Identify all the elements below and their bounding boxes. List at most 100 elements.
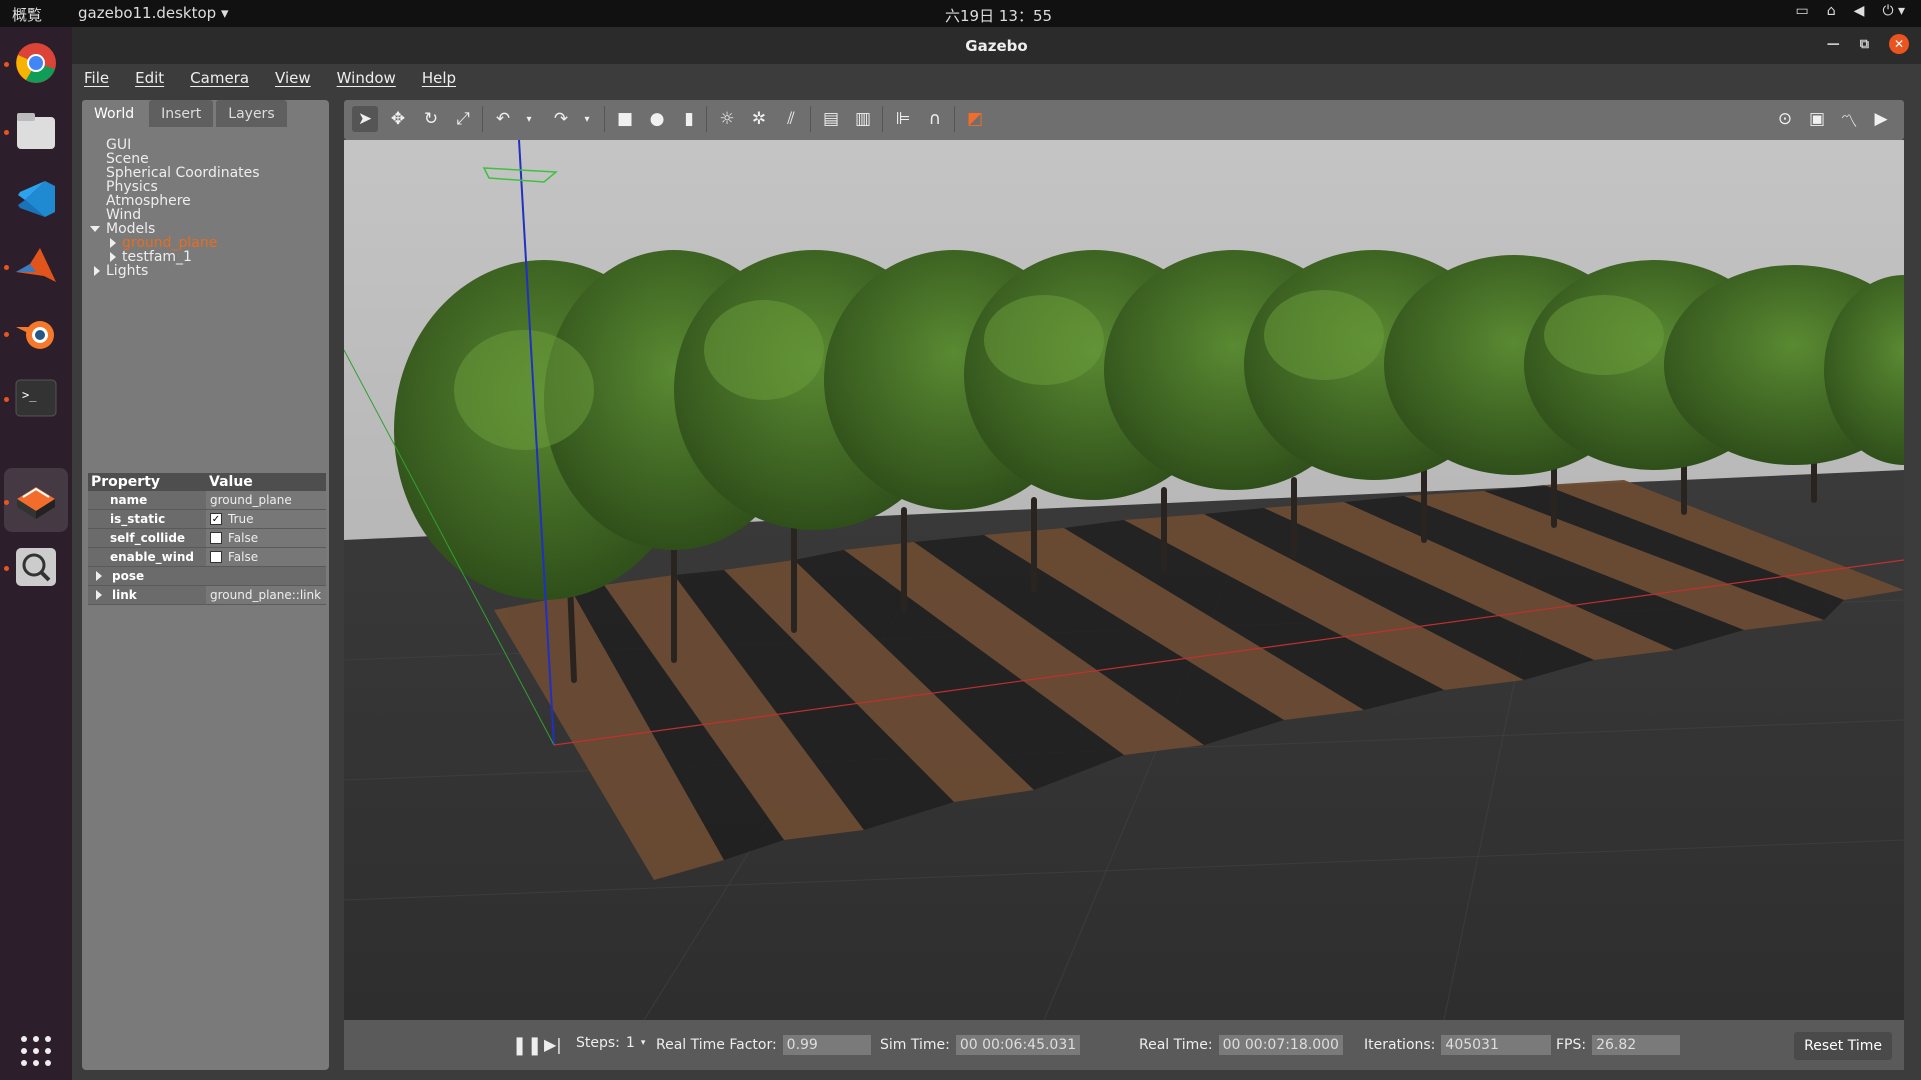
expand-icon[interactable] (90, 225, 100, 232)
gazebo-icon[interactable] (12, 476, 60, 524)
toolbar: ➤ ✥ ↻ ⤢ ↶ ▾ ↷ ▾ ■ ● ▮ ☼ ✲ ⫽ ▤ ▥ ⊫ ∩ ◩ ⊙ … (344, 100, 1904, 140)
box-icon[interactable]: ■ (612, 106, 638, 132)
cylinder-icon[interactable]: ▮ (676, 106, 702, 132)
view-angle-icon[interactable]: ◩ (962, 106, 988, 132)
log-icon[interactable]: ▣ (1804, 106, 1830, 132)
sphere-icon[interactable]: ● (644, 106, 670, 132)
scene-render (344, 140, 1904, 1020)
screenshot-icon[interactable]: ⊙ (1772, 106, 1798, 132)
prop-row-pose[interactable]: pose (88, 567, 326, 586)
activities-button[interactable]: 概覧 (12, 4, 42, 25)
redo-icon[interactable]: ↷ (548, 106, 574, 132)
property-header: Property Value (88, 473, 326, 491)
window-titlebar[interactable]: Gazebo — ⧉ ✕ (72, 27, 1921, 64)
self-collide-checkbox[interactable] (210, 532, 222, 544)
menu-view[interactable]: View (275, 69, 311, 87)
steps-label: Steps: (576, 1035, 620, 1051)
terminal-icon[interactable]: >_ (12, 374, 60, 422)
tab-insert[interactable]: Insert (149, 100, 214, 127)
expand-link-icon[interactable] (96, 590, 102, 600)
keyboard-icon[interactable]: ▭ (1796, 3, 1809, 19)
header-property: Property (91, 474, 161, 490)
paste-icon[interactable]: ▥ (850, 106, 876, 132)
plot-icon[interactable]: 〽 (1836, 106, 1862, 132)
menu-edit[interactable]: Edit (135, 69, 164, 87)
snap-icon[interactable]: ∩ (922, 106, 948, 132)
minimize-icon[interactable]: — (1827, 37, 1840, 52)
power-icon[interactable]: ⏻ ▾ (1882, 3, 1905, 19)
tree-item-lights[interactable]: Lights (94, 262, 148, 279)
prop-row-is-static[interactable]: is_static ✓ True (88, 510, 326, 529)
sim-time: Sim Time: 00 00:06:45.031 (880, 1035, 1081, 1055)
pause-icon[interactable]: ❚❚ (512, 1035, 542, 1056)
point-light-icon[interactable]: ☼ (714, 106, 740, 132)
rtf-label: Real Time Factor: (656, 1037, 777, 1053)
files-icon[interactable] (12, 107, 60, 155)
real-time-factor: Real Time Factor: 0.99 (656, 1035, 871, 1055)
sim-time-label: Sim Time: (880, 1037, 950, 1053)
iterations: Iterations: 405031 (1364, 1035, 1552, 1055)
steps-spinbox[interactable]: 1 (626, 1035, 635, 1051)
select-arrow-icon[interactable]: ➤ (352, 106, 378, 132)
undo-history-chevron-icon[interactable]: ▾ (516, 106, 542, 132)
steps-chevron-icon[interactable]: ▾ (641, 1038, 646, 1048)
clock[interactable]: 六19日 13：55 (945, 5, 1052, 26)
iterations-label: Iterations: (1364, 1037, 1436, 1053)
dock: >_ (0, 27, 72, 1080)
blender-icon[interactable] (12, 309, 60, 357)
window-title: Gazebo (965, 37, 1028, 55)
running-indicator (4, 62, 9, 67)
header-value: Value (209, 474, 253, 490)
magnifier-app-icon[interactable] (12, 543, 60, 591)
prop-row-name[interactable]: name ground_plane (88, 491, 326, 510)
iterations-field: 405031 (1441, 1035, 1552, 1055)
show-applications-icon[interactable] (12, 1027, 60, 1075)
tab-layers[interactable]: Layers (216, 100, 287, 127)
volume-icon[interactable]: ◀ (1854, 3, 1865, 19)
step-icon[interactable]: ▶| (544, 1035, 562, 1054)
prop-row-self-collide[interactable]: self_collide False (88, 529, 326, 548)
rotate-icon[interactable]: ↻ (418, 106, 444, 132)
collapse-icon[interactable] (110, 237, 116, 248)
translate-icon[interactable]: ✥ (385, 106, 411, 132)
record-icon[interactable]: ▶ (1868, 106, 1894, 132)
fps-field: 26.82 (1592, 1035, 1681, 1055)
collapse-icon[interactable] (94, 265, 100, 276)
collapse-icon[interactable] (110, 251, 116, 262)
directional-light-icon[interactable]: ⫽ (778, 106, 804, 132)
scale-icon[interactable]: ⤢ (450, 106, 476, 132)
vscode-icon[interactable] (12, 175, 60, 223)
running-indicator (4, 566, 9, 571)
is-static-checkbox[interactable]: ✓ (210, 513, 222, 525)
app-menu[interactable]: gazebo11.desktop ▾ (78, 4, 229, 22)
real-time-label: Real Time: (1139, 1037, 1213, 1053)
menu-camera[interactable]: Camera (190, 69, 249, 87)
svg-text:>_: >_ (22, 388, 37, 402)
prop-row-enable-wind[interactable]: enable_wind False (88, 548, 326, 567)
3d-viewport[interactable] (344, 140, 1904, 1020)
menu-bar: File Edit Camera View Window Help (72, 64, 1921, 92)
menu-window[interactable]: Window (337, 69, 396, 87)
menu-file[interactable]: File (84, 69, 109, 87)
close-icon[interactable]: ✕ (1889, 34, 1909, 54)
maximize-icon[interactable]: ⧉ (1860, 37, 1869, 52)
reset-time-button[interactable]: Reset Time (1794, 1032, 1892, 1060)
copy-icon[interactable]: ▤ (818, 106, 844, 132)
menu-help[interactable]: Help (422, 69, 456, 87)
spot-light-icon[interactable]: ✲ (746, 106, 772, 132)
chrome-icon[interactable] (12, 39, 60, 87)
redo-history-chevron-icon[interactable]: ▾ (574, 106, 600, 132)
enable-wind-checkbox[interactable] (210, 551, 222, 563)
running-indicator (4, 397, 9, 402)
align-icon[interactable]: ⊫ (890, 106, 916, 132)
running-indicator (4, 130, 9, 135)
expand-pose-icon[interactable] (96, 571, 102, 581)
prop-row-link[interactable]: link ground_plane::link (88, 586, 326, 605)
system-tray[interactable]: ▭ ⌂ ◀ ⏻ ▾ (1796, 3, 1905, 19)
network-icon[interactable]: ⌂ (1827, 3, 1836, 19)
gazebo-window: Gazebo — ⧉ ✕ File Edit Camera View Windo… (72, 27, 1921, 1080)
matlab-icon[interactable] (12, 242, 60, 290)
tab-world[interactable]: World (82, 100, 147, 127)
undo-icon[interactable]: ↶ (490, 106, 516, 132)
fps: FPS: 26.82 (1556, 1035, 1681, 1055)
